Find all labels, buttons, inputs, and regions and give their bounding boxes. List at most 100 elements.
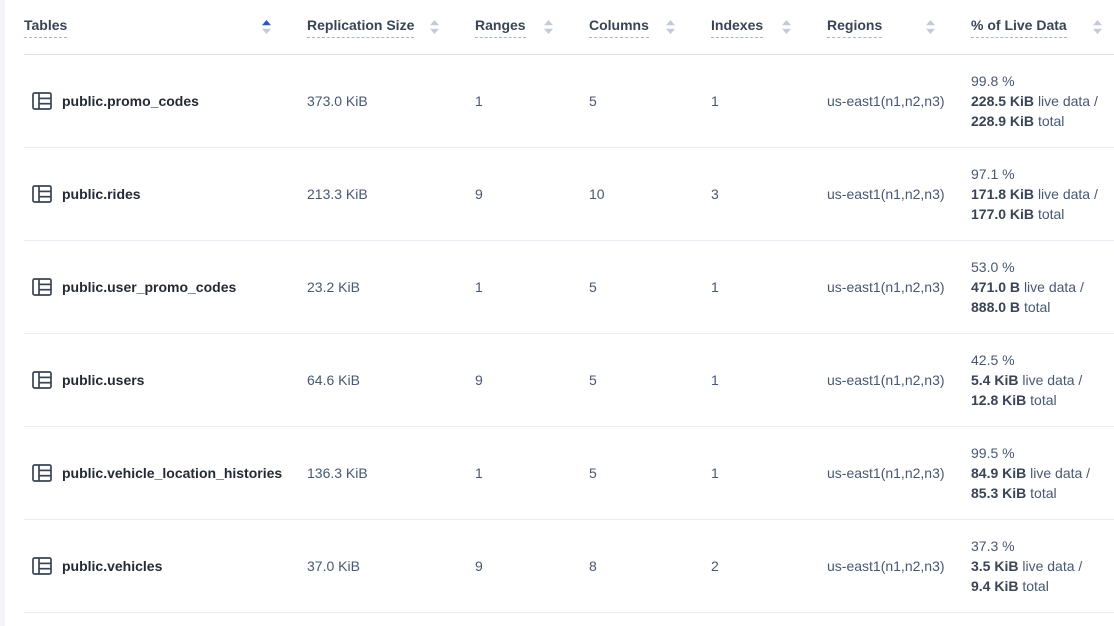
indexes-cell: 1	[711, 465, 827, 481]
column-header-columns[interactable]: Columns	[589, 17, 711, 38]
column-header-tables[interactable]: Tables	[24, 17, 307, 38]
column-header-replication-size[interactable]: Replication Size	[307, 17, 475, 38]
replication-size-cell: 136.3 KiB	[307, 465, 475, 481]
live-data-percent: 42.5 %	[971, 350, 1114, 370]
table-name-link[interactable]: public.vehicle_location_histories	[62, 465, 282, 481]
table-name-link[interactable]: public.users	[62, 372, 144, 388]
table-icon	[32, 464, 52, 482]
table-name-link[interactable]: public.promo_codes	[62, 93, 199, 109]
table-body: public.promo_codes 373.0 KiB 1 5 1 us-ea…	[24, 55, 1114, 613]
ranges-cell: 1	[475, 279, 589, 295]
table-name-link[interactable]: public.rides	[62, 186, 141, 202]
total-size: 228.9 KiB total	[971, 111, 1114, 131]
table-icon	[32, 185, 52, 203]
indexes-cell: 3	[711, 186, 827, 202]
live-data-percent: 99.8 %	[971, 71, 1114, 91]
live-data-size: 84.9 KiB live data /	[971, 463, 1114, 483]
live-data-size: 471.0 B live data /	[971, 277, 1114, 297]
ranges-cell: 1	[475, 93, 589, 109]
table-row[interactable]: public.vehicles 37.0 KiB 9 8 2 us-east1(…	[24, 520, 1114, 613]
table-name-link[interactable]: public.user_promo_codes	[62, 279, 236, 295]
live-data-cell: 99.5 % 84.9 KiB live data / 85.3 KiB tot…	[971, 443, 1114, 503]
sort-icon	[544, 20, 553, 34]
table-row[interactable]: public.vehicle_location_histories 136.3 …	[24, 427, 1114, 520]
table-name-cell: public.user_promo_codes	[24, 278, 307, 296]
table-name-cell: public.vehicle_location_histories	[24, 464, 307, 482]
column-header-live-data[interactable]: % of Live Data	[971, 17, 1114, 38]
page-left-gutter	[0, 0, 5, 626]
live-data-cell: 99.8 % 228.5 KiB live data / 228.9 KiB t…	[971, 71, 1114, 131]
live-data-size: 5.4 KiB live data /	[971, 370, 1114, 390]
ranges-cell: 9	[475, 186, 589, 202]
columns-cell: 5	[589, 279, 711, 295]
column-header-label: Regions	[827, 17, 882, 38]
ranges-cell: 9	[475, 558, 589, 574]
columns-cell: 10	[589, 186, 711, 202]
replication-size-cell: 373.0 KiB	[307, 93, 475, 109]
live-data-size: 3.5 KiB live data /	[971, 556, 1114, 576]
ranges-cell: 1	[475, 465, 589, 481]
column-header-label: % of Live Data	[971, 17, 1067, 38]
regions-cell: us-east1(n1,n2,n3)	[827, 558, 971, 574]
table-icon	[32, 371, 52, 389]
replication-size-cell: 37.0 KiB	[307, 558, 475, 574]
live-data-cell: 97.1 % 171.8 KiB live data / 177.0 KiB t…	[971, 164, 1114, 224]
indexes-cell: 1	[711, 279, 827, 295]
live-data-percent: 37.3 %	[971, 536, 1114, 556]
live-data-size: 228.5 KiB live data /	[971, 91, 1114, 111]
indexes-cell: 1	[711, 93, 827, 109]
live-data-cell: 42.5 % 5.4 KiB live data / 12.8 KiB tota…	[971, 350, 1114, 410]
total-size: 888.0 B total	[971, 297, 1114, 317]
column-header-label: Ranges	[475, 17, 526, 38]
sort-icon	[926, 20, 935, 34]
table-icon	[32, 557, 52, 575]
table-row[interactable]: public.users 64.6 KiB 9 5 1 us-east1(n1,…	[24, 334, 1114, 427]
total-size: 12.8 KiB total	[971, 390, 1114, 410]
table-name-cell: public.vehicles	[24, 557, 307, 575]
replication-size-cell: 213.3 KiB	[307, 186, 475, 202]
indexes-cell: 1	[711, 372, 827, 388]
table-name-cell: public.users	[24, 371, 307, 389]
column-header-regions[interactable]: Regions	[827, 17, 971, 38]
live-data-percent: 99.5 %	[971, 443, 1114, 463]
table-name-link[interactable]: public.vehicles	[62, 558, 162, 574]
table-icon	[32, 278, 52, 296]
live-data-percent: 97.1 %	[971, 164, 1114, 184]
table-name-cell: public.rides	[24, 185, 307, 203]
column-header-label: Indexes	[711, 17, 763, 38]
column-header-ranges[interactable]: Ranges	[475, 17, 589, 38]
columns-cell: 5	[589, 372, 711, 388]
table-header-row: Tables Replication Size Ranges Columns I…	[24, 0, 1114, 55]
table-icon	[32, 92, 52, 110]
columns-cell: 5	[589, 465, 711, 481]
live-data-cell: 53.0 % 471.0 B live data / 888.0 B total	[971, 257, 1114, 317]
live-data-cell: 37.3 % 3.5 KiB live data / 9.4 KiB total	[971, 536, 1114, 596]
regions-cell: us-east1(n1,n2,n3)	[827, 186, 971, 202]
column-header-label: Columns	[589, 17, 649, 38]
regions-cell: us-east1(n1,n2,n3)	[827, 93, 971, 109]
table-row[interactable]: public.user_promo_codes 23.2 KiB 1 5 1 u…	[24, 241, 1114, 334]
regions-cell: us-east1(n1,n2,n3)	[827, 279, 971, 295]
columns-cell: 8	[589, 558, 711, 574]
column-header-label: Tables	[24, 17, 67, 38]
column-header-indexes[interactable]: Indexes	[711, 17, 827, 38]
total-size: 177.0 KiB total	[971, 204, 1114, 224]
total-size: 85.3 KiB total	[971, 483, 1114, 503]
table-row[interactable]: public.promo_codes 373.0 KiB 1 5 1 us-ea…	[24, 55, 1114, 148]
replication-size-cell: 64.6 KiB	[307, 372, 475, 388]
live-data-size: 171.8 KiB live data /	[971, 184, 1114, 204]
sort-icon	[262, 20, 271, 34]
table-row[interactable]: public.rides 213.3 KiB 9 10 3 us-east1(n…	[24, 148, 1114, 241]
column-header-label: Replication Size	[307, 17, 414, 38]
sort-icon	[1093, 20, 1102, 34]
columns-cell: 5	[589, 93, 711, 109]
database-tables-grid: Tables Replication Size Ranges Columns I…	[24, 0, 1114, 613]
regions-cell: us-east1(n1,n2,n3)	[827, 465, 971, 481]
replication-size-cell: 23.2 KiB	[307, 279, 475, 295]
indexes-cell: 2	[711, 558, 827, 574]
sort-icon	[666, 20, 675, 34]
sort-icon	[782, 20, 791, 34]
live-data-percent: 53.0 %	[971, 257, 1114, 277]
table-name-cell: public.promo_codes	[24, 92, 307, 110]
regions-cell: us-east1(n1,n2,n3)	[827, 372, 971, 388]
